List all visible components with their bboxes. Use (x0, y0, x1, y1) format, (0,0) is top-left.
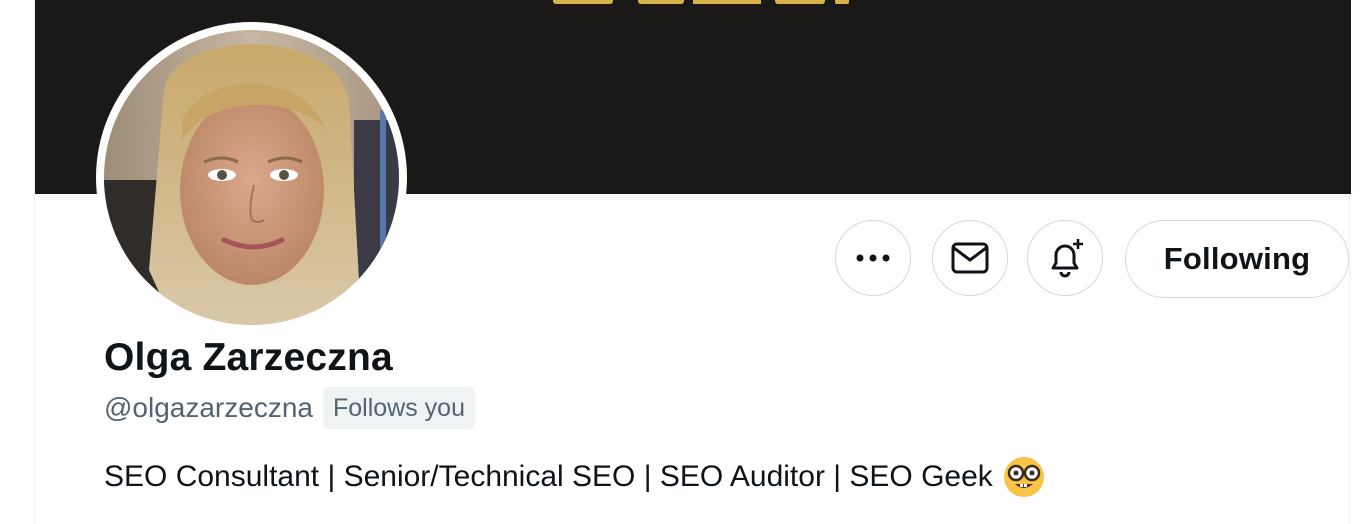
profile-page: Following Olga Zarzeczna @olgazarzeczna … (0, 0, 1366, 524)
banner-logo-fragment (553, 0, 849, 4)
bell-plus-icon (1051, 239, 1083, 278)
follows-you-badge: Follows you (322, 387, 475, 429)
message-button[interactable] (932, 220, 1008, 296)
profile-handle: @olgazarzeczna (104, 392, 313, 423)
envelope-icon (951, 242, 989, 274)
profile-column: Following Olga Zarzeczna @olgazarzeczna … (34, 0, 1351, 524)
avatar-photo (104, 30, 399, 325)
bio-text: SEO Consultant | Senior/Technical SEO | … (104, 460, 993, 493)
following-button[interactable]: Following (1125, 220, 1349, 298)
notifications-button[interactable] (1027, 220, 1103, 296)
nerd-face-emoji (1003, 457, 1044, 497)
profile-name: Olga Zarzeczna (104, 336, 393, 379)
handle-row: @olgazarzeczna Follows you (104, 386, 475, 430)
more-button[interactable] (835, 220, 911, 296)
avatar[interactable] (104, 30, 399, 325)
avatar-frame (96, 22, 407, 333)
profile-bio: SEO Consultant | Senior/Technical SEO | … (104, 456, 1045, 498)
more-dots-icon (856, 254, 890, 262)
